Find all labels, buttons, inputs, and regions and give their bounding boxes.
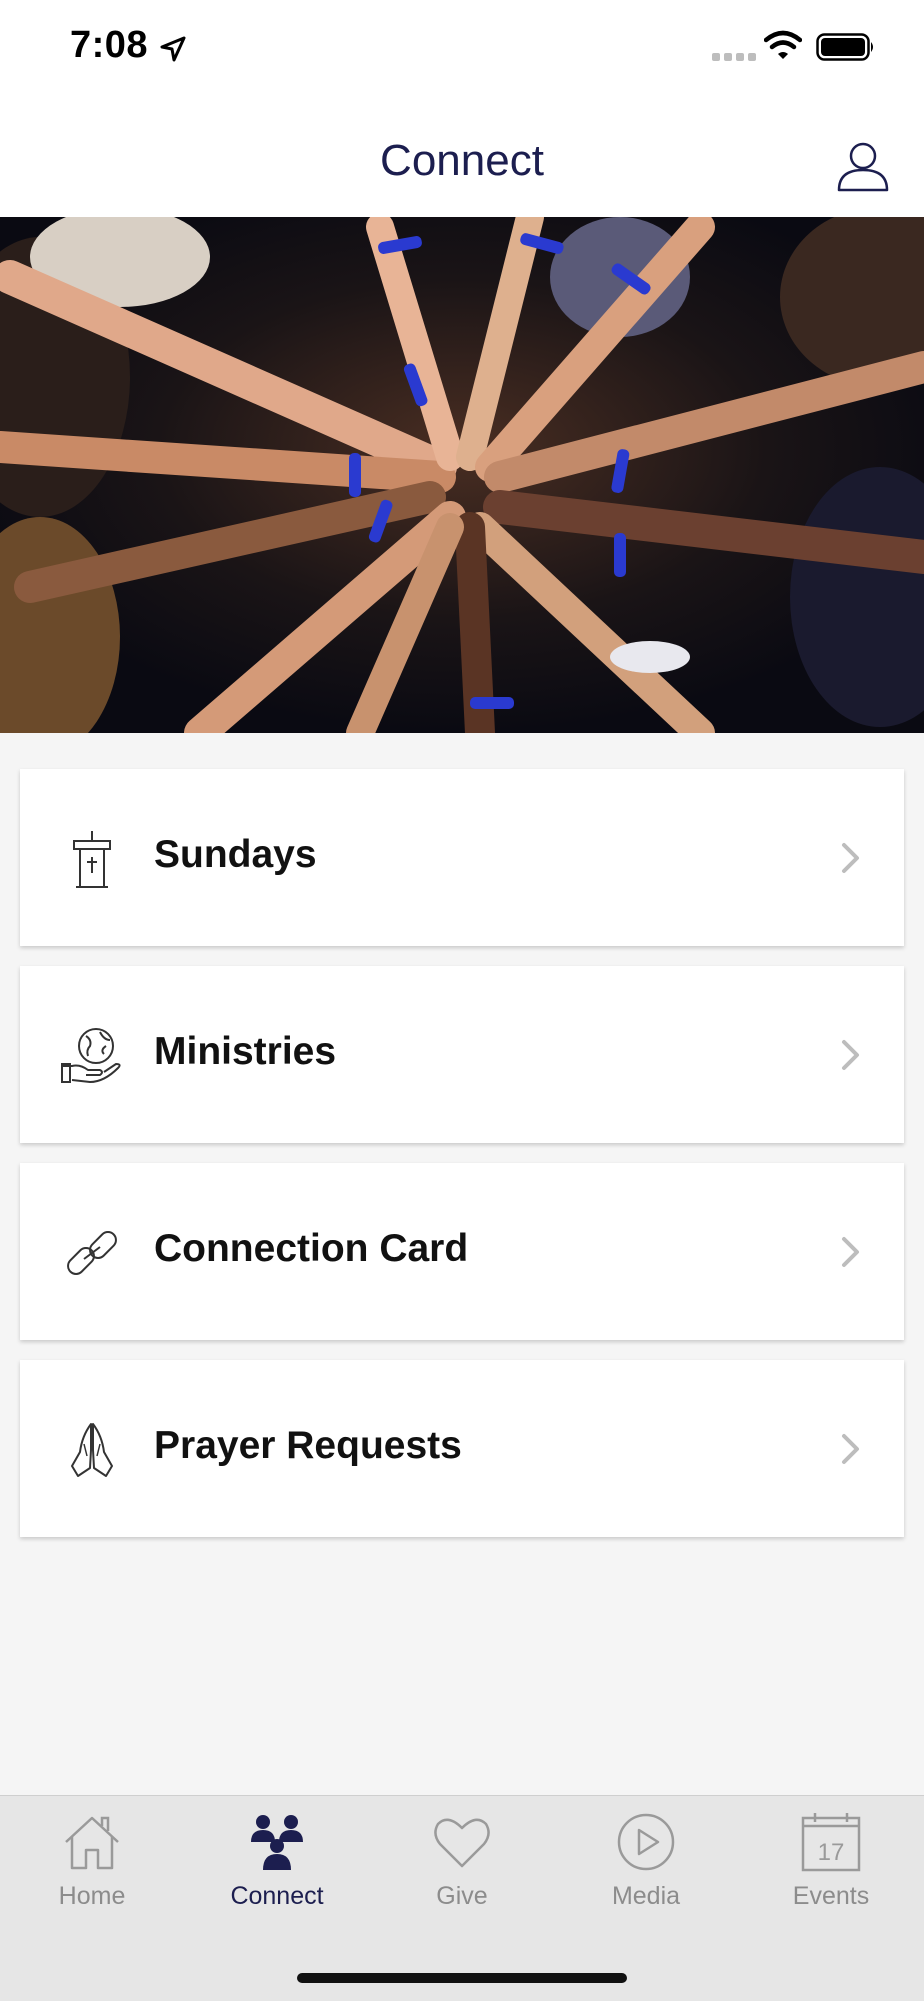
tab-label: Connect	[230, 1882, 324, 1910]
tab-label: Give	[436, 1882, 488, 1910]
hands-together-photo	[0, 217, 924, 733]
menu-item-label: Sundays	[154, 833, 317, 876]
page-title: Connect	[380, 136, 544, 185]
hero-image	[0, 217, 924, 733]
tab-connect[interactable]: Connect	[185, 1796, 369, 1916]
heart-icon	[434, 1818, 490, 1868]
battery-icon	[816, 33, 873, 61]
people-icon	[251, 1815, 303, 1870]
tab-events[interactable]: 17 Events	[739, 1796, 923, 1916]
link-icon	[67, 1231, 117, 1275]
person-icon[interactable]	[836, 138, 890, 192]
calendar-date-number: 17	[818, 1839, 845, 1866]
home-indicator	[297, 1973, 627, 1983]
menu-item-prayer-requests[interactable]: Prayer Requests	[20, 1360, 904, 1537]
tab-bar: Home Connect Give Media 17 Events	[0, 1795, 924, 2001]
tab-label: Media	[611, 1882, 681, 1910]
chevron-right-icon	[842, 843, 859, 873]
location-arrow-icon	[160, 36, 186, 62]
chevron-right-icon	[842, 1040, 859, 1070]
menu-item-label: Connection Card	[154, 1227, 469, 1270]
menu-item-connection-card[interactable]: Connection Card	[20, 1163, 904, 1340]
chevron-right-icon	[842, 1237, 859, 1267]
praying-hands-icon	[71, 1423, 113, 1477]
tab-give[interactable]: Give	[370, 1796, 554, 1916]
play-icon	[617, 1813, 675, 1871]
status-time: 7:08	[70, 24, 149, 66]
tab-label: Events	[792, 1882, 870, 1910]
status-bar: 7:08	[0, 0, 924, 100]
tab-label: Home	[58, 1882, 126, 1910]
chevron-right-icon	[842, 1434, 859, 1464]
header: Connect	[0, 100, 924, 217]
house-icon	[65, 1816, 119, 1870]
menu-item-sundays[interactable]: Sundays	[20, 769, 904, 946]
pulpit-icon	[73, 831, 111, 888]
wifi-icon	[764, 30, 802, 59]
globe-hand-icon	[61, 1028, 121, 1083]
tab-home[interactable]: Home	[0, 1796, 184, 1916]
menu-item-ministries[interactable]: Ministries	[20, 966, 904, 1143]
menu-item-label: Prayer Requests	[154, 1424, 462, 1467]
tab-media[interactable]: Media	[554, 1796, 738, 1916]
calendar-icon: 17	[801, 1813, 861, 1872]
menu-item-label: Ministries	[154, 1030, 337, 1073]
signal-icon	[712, 53, 756, 61]
